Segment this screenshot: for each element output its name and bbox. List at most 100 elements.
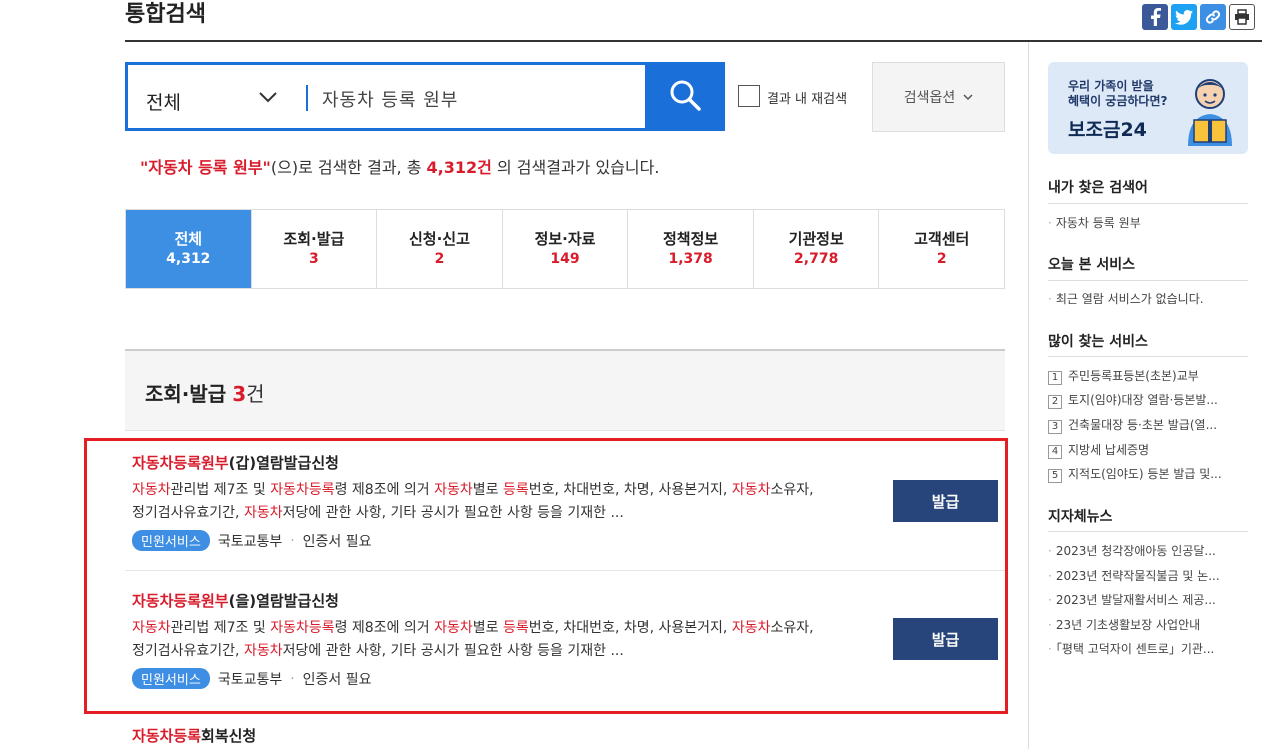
news-item[interactable]: · 2023년 청각장애아동 인공달...	[1048, 542, 1248, 559]
tab-info-data[interactable]: 정보·자료 149	[503, 210, 629, 288]
result-title-link[interactable]: 자동차등록회복신청	[132, 725, 256, 746]
rank-number: 1	[1048, 371, 1062, 385]
section-title-text: 조회·발급	[145, 382, 227, 406]
result-title-highlight: 자동차등록	[132, 727, 202, 745]
header-divider	[125, 40, 1262, 42]
rank-number: 3	[1048, 420, 1062, 434]
popular-service-item[interactable]: 3 건축물대장 등·초본 발급(열...	[1048, 416, 1248, 434]
sidebar-line	[1048, 531, 1248, 532]
summary-text-end: 의 검색결과가 있습니다.	[491, 158, 660, 177]
service-label: 건축물대장 등·초본 발급(열...	[1068, 418, 1218, 432]
rank-number: 2	[1048, 395, 1062, 409]
summary-count: 4,312건	[426, 158, 492, 177]
facebook-icon	[1149, 8, 1161, 26]
tab-application-report[interactable]: 신청·신고 2	[377, 210, 503, 288]
tab-count: 2	[434, 251, 445, 267]
search-input[interactable]	[320, 83, 644, 115]
person-with-gift-icon	[1188, 79, 1232, 146]
tab-count: 4,312	[166, 251, 211, 267]
tab-label: 신청·신고	[408, 230, 470, 248]
chevron-down-icon[interactable]	[258, 89, 278, 108]
tab-customer-center[interactable]: 고객센터 2	[879, 210, 1004, 288]
my-keyword-item[interactable]: · 자동차 등록 원부	[1048, 214, 1248, 231]
banner-line: 혜택이 궁금하다면?	[1068, 94, 1168, 108]
news-text: 23년 기초생활보장 사업안내	[1055, 618, 1201, 632]
service-label: 지방세 납세증명	[1068, 443, 1150, 457]
banner-line: 우리 가족이 받을	[1068, 79, 1154, 93]
rank-number: 4	[1048, 445, 1062, 459]
tab-label: 정보·자료	[534, 230, 596, 248]
print-icon	[1234, 9, 1250, 25]
summary-text: (으)로 검색한 결과, 총	[270, 158, 427, 177]
news-item[interactable]: · 2023년 발달재활서비스 제공...	[1048, 591, 1248, 608]
tab-count: 3	[308, 251, 319, 267]
news-text: 2023년 발달재활서비스 제공...	[1055, 593, 1216, 607]
tab-policy-info[interactable]: 정책정보 1,378	[628, 210, 754, 288]
section-header: 조회·발급 3건	[125, 349, 1005, 431]
popular-service-item[interactable]: 1 주민등록표등본(초본)교부	[1048, 367, 1248, 385]
popular-service-item[interactable]: 2 토지(임야)대장 열람·등본발...	[1048, 391, 1248, 409]
facebook-share-button[interactable]	[1142, 4, 1168, 30]
subsidy24-banner[interactable]: 우리 가족이 받을 혜택이 궁금하다면? 보조금24	[1048, 62, 1248, 154]
popular-service-item[interactable]: 4 지방세 납세증명	[1048, 441, 1248, 459]
chevron-down-icon	[963, 89, 973, 105]
print-button[interactable]	[1229, 4, 1255, 30]
today-viewed-empty: · 최근 열람 서비스가 없습니다.	[1048, 292, 1204, 306]
rank-number: 5	[1048, 469, 1062, 483]
news-item[interactable]: · 2023년 전략작물직불금 및 논...	[1048, 567, 1248, 584]
news-item[interactable]: · 23년 기초생활보장 사업안내	[1048, 616, 1248, 633]
section-title: 조회·발급 3건	[145, 378, 265, 407]
recheck-checkbox[interactable]	[738, 85, 760, 107]
tab-label: 전체	[174, 230, 203, 248]
today-viewed-title: 오늘 본 서비스	[1048, 257, 1136, 273]
sidebar-divider	[1028, 42, 1029, 749]
service-label: 지적도(임야도) 등본 발급 및...	[1068, 467, 1222, 481]
news-item[interactable]: · 「평택 고덕자이 센트로」기관...	[1048, 640, 1248, 657]
news-text: 2023년 청각장애아동 인공달...	[1055, 544, 1216, 558]
section-count-unit: 건	[246, 382, 265, 406]
search-divider	[306, 85, 308, 111]
result-title-rest: 회복신청	[201, 727, 257, 745]
service-label: 토지(임야)대장 열람·등본발...	[1068, 393, 1218, 407]
twitter-share-button[interactable]	[1171, 4, 1197, 30]
tab-all[interactable]: 전체 4,312	[126, 210, 252, 288]
search-options-button[interactable]: 검색옵션	[872, 62, 1005, 132]
tab-label: 정책정보	[663, 230, 719, 248]
news-text: 2023년 전략작물직불금 및 논...	[1055, 569, 1220, 583]
sidebar-line	[1048, 280, 1248, 281]
tab-count: 2	[936, 251, 947, 267]
section-count: 3	[232, 382, 247, 406]
banner-title: 보조금24	[1068, 119, 1147, 141]
tab-agency-info[interactable]: 기관정보 2,778	[754, 210, 880, 288]
tab-label: 고객센터	[914, 230, 970, 248]
tab-count: 2,778	[794, 251, 839, 267]
tab-label: 조회·발급	[283, 230, 345, 248]
link-icon	[1205, 9, 1221, 25]
search-options-label: 검색옵션	[903, 90, 956, 106]
banner-text: 우리 가족이 받을 혜택이 궁금하다면?	[1068, 79, 1167, 109]
search-button[interactable]	[645, 62, 725, 131]
sidebar-line	[1048, 356, 1248, 357]
tab-count: 1,378	[668, 251, 713, 267]
tab-inquiry-issue[interactable]: 조회·발급 3	[252, 210, 378, 288]
tab-count: 149	[550, 251, 580, 267]
popular-service-item[interactable]: 5 지적도(임야도) 등본 발급 및...	[1048, 465, 1248, 483]
service-label: 주민등록표등본(초본)교부	[1068, 369, 1199, 383]
search-category-select[interactable]: 전체	[146, 88, 181, 115]
summary-keyword: "자동차 등록 원부"	[140, 158, 271, 177]
category-tabs: 전체 4,312 조회·발급 3 신청·신고 2 정보·자료 149 정책정보 1,378…	[125, 209, 1005, 289]
search-icon	[668, 78, 702, 116]
empty-text: 최근 열람 서비스가 없습니다.	[1055, 292, 1204, 306]
copy-link-button[interactable]	[1200, 4, 1226, 30]
sidebar-line	[1048, 203, 1248, 204]
my-keywords-title: 내가 찾은 검색어	[1048, 180, 1148, 196]
popular-services-title: 많이 찾는 서비스	[1048, 334, 1148, 350]
result-summary: "자동차 등록 원부"(으)로 검색한 결과, 총 4,312건 의 검색결과가…	[140, 154, 659, 178]
page-title: 통합검색	[125, 2, 206, 27]
recheck-label[interactable]: 결과 내 재검색	[767, 88, 847, 107]
keyword-text: 자동차 등록 원부	[1055, 216, 1141, 230]
highlight-box	[84, 438, 1008, 714]
news-text: 「평택 고덕자이 센트로」기관...	[1055, 642, 1215, 656]
twitter-icon	[1175, 9, 1193, 25]
tab-label: 기관정보	[788, 230, 844, 248]
